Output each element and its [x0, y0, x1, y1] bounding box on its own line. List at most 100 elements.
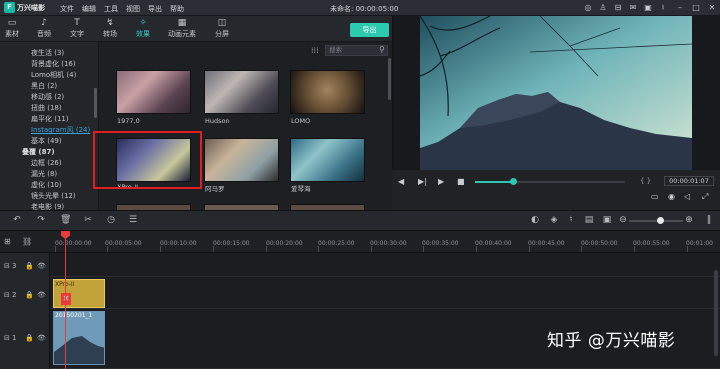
- pause-icon[interactable]: ‖: [704, 216, 714, 225]
- playhead[interactable]: [65, 231, 66, 369]
- effect-thumbnail[interactable]: [204, 138, 279, 182]
- ruler-tick: 00:00:35:00: [422, 240, 459, 247]
- menu-view[interactable]: 视图: [126, 4, 140, 14]
- music-note-icon: ♪: [41, 18, 47, 28]
- stop-icon[interactable]: ■: [457, 178, 465, 186]
- step-frame-icon[interactable]: ▶|: [418, 178, 427, 186]
- lock-icon[interactable]: 🔒: [25, 262, 34, 270]
- adjust-icon[interactable]: ☰: [128, 216, 138, 225]
- microphone-icon[interactable]: ♮: [659, 4, 667, 12]
- delete-icon[interactable]: 🗑: [60, 216, 71, 225]
- image-icon: ▦: [177, 18, 187, 28]
- export-button[interactable]: 导出: [350, 23, 389, 37]
- track-3-icon: ⊟: [4, 262, 10, 270]
- marker-icon[interactable]: ◈: [549, 216, 559, 225]
- split-screen-icon: ◫: [217, 18, 227, 28]
- playback-progress: [475, 181, 513, 183]
- timeline-track-2[interactable]: [50, 277, 720, 309]
- remove-effect-icon[interactable]: ✕: [61, 293, 71, 305]
- eye-icon[interactable]: 👁: [37, 262, 46, 270]
- skip-back-icon[interactable]: ◀: [398, 178, 404, 186]
- lock-icon[interactable]: 🔒: [25, 291, 34, 299]
- menu-edit[interactable]: 编辑: [82, 4, 96, 14]
- ruler-tick: 00:00:50:00: [581, 240, 618, 247]
- effect-label: Hudson: [205, 117, 230, 125]
- effect-thumbnail[interactable]: [290, 70, 365, 114]
- ruler-tick: 00:00:45:00: [528, 240, 565, 247]
- menu-file[interactable]: 文件: [60, 4, 74, 14]
- redo-icon[interactable]: ↷: [36, 216, 46, 225]
- add-track-icon[interactable]: ⊞: [4, 237, 11, 246]
- volume-icon[interactable]: ◁: [684, 193, 690, 201]
- track-1-icon: ⊟: [4, 334, 10, 342]
- lock-icon[interactable]: 🔒: [25, 334, 34, 342]
- zoom-slider-handle[interactable]: [657, 217, 664, 224]
- eye-icon[interactable]: 👁: [37, 334, 46, 342]
- tab-elements[interactable]: ▦ 动画元素: [164, 17, 200, 41]
- undo-icon[interactable]: ↶: [12, 216, 22, 225]
- selection-highlight-box: [93, 131, 202, 189]
- zoom-slider[interactable]: [629, 220, 683, 222]
- snapshot-icon[interactable]: ▣: [602, 216, 612, 225]
- tab-transition[interactable]: ↯ 转场: [92, 17, 128, 41]
- tab-split-screen[interactable]: ◫ 分屏: [204, 17, 240, 41]
- ruler-tick: 00:00:20:00: [266, 240, 303, 247]
- effect-thumbnail[interactable]: [290, 138, 365, 182]
- ruler-tick: 00:01:00: [686, 240, 713, 247]
- grid-view-icon[interactable]: ⁞⁞⁞: [311, 46, 319, 55]
- effect-label: LOMO: [291, 117, 311, 125]
- effects-icon: ✧: [139, 18, 147, 28]
- link-icon[interactable]: ⛓: [22, 237, 32, 246]
- effect-thumbnail[interactable]: [204, 70, 279, 114]
- play-icon[interactable]: ▶: [438, 178, 444, 186]
- tab-text[interactable]: T 文字: [59, 17, 95, 41]
- ruler-tick: 00:00:40:00: [475, 240, 512, 247]
- zoom-out-icon[interactable]: ⊖: [618, 216, 628, 225]
- timecode-display: 00:00:01:07: [664, 176, 714, 186]
- scrubber-handle[interactable]: [510, 178, 517, 185]
- fullscreen-icon[interactable]: ⤢: [702, 193, 708, 201]
- menu-tools[interactable]: 工具: [104, 4, 118, 14]
- ruler-tick: 00:00:30:00: [370, 240, 407, 247]
- cut-icon[interactable]: ✂: [83, 216, 93, 225]
- timeline-track-3[interactable]: [50, 253, 720, 277]
- app-logo-icon: F: [4, 2, 15, 13]
- timeline-scrollbar[interactable]: [714, 270, 718, 356]
- video-clip[interactable]: [53, 311, 105, 365]
- mail-icon[interactable]: ✉: [629, 4, 637, 12]
- tab-effects[interactable]: ✧ 效果: [125, 17, 161, 41]
- ruler-tick: 00:00:10:00: [160, 240, 197, 247]
- track-number: 1: [12, 334, 17, 342]
- maximize-icon[interactable]: □: [692, 4, 700, 12]
- tab-audio[interactable]: ♪ 音频: [26, 17, 62, 41]
- user-icon[interactable]: ♙: [599, 4, 607, 12]
- category-scrollbar[interactable]: [94, 88, 97, 118]
- ruler-tick: 00:00:00:00: [55, 240, 92, 247]
- effects-scrollbar[interactable]: [388, 58, 391, 100]
- voiceover-icon[interactable]: ♮: [566, 216, 576, 225]
- close-icon[interactable]: ✕: [708, 4, 716, 12]
- cart-icon[interactable]: ⊟: [614, 4, 622, 12]
- text-icon: T: [74, 18, 80, 28]
- effect-thumbnail[interactable]: [116, 70, 191, 114]
- zoom-in-icon[interactable]: ⊕: [684, 216, 694, 225]
- audio-mixer-icon[interactable]: ▤: [584, 216, 594, 225]
- watermark: 知乎 @万兴喵影: [547, 331, 676, 351]
- search-icon[interactable]: ⚲: [379, 45, 385, 54]
- lightbulb-icon[interactable]: ◎: [584, 4, 592, 12]
- preview-video: [420, 16, 692, 170]
- minimize-icon[interactable]: –: [676, 4, 684, 12]
- monitor-icon[interactable]: ▭: [651, 193, 659, 201]
- menu-export[interactable]: 导出: [148, 4, 162, 14]
- track-number: 2: [12, 291, 17, 299]
- ruler-tick: 00:00:55:00: [633, 240, 670, 247]
- ruler-tick: 00:00:25:00: [318, 240, 355, 247]
- speed-icon[interactable]: ◷: [106, 216, 116, 225]
- render-icon[interactable]: ◐: [530, 216, 540, 225]
- menu-help[interactable]: 帮助: [170, 4, 184, 14]
- eye-icon[interactable]: 👁: [37, 291, 46, 299]
- camera-icon[interactable]: ◉: [668, 193, 675, 201]
- in-out-brackets[interactable]: { }: [640, 177, 651, 185]
- effects-category-panel: 夜生活 (3) 背景虚化 (16) Lomo相机 (4) 黑白 (2) 移动感 …: [0, 42, 98, 211]
- save-icon[interactable]: ▣: [644, 4, 652, 12]
